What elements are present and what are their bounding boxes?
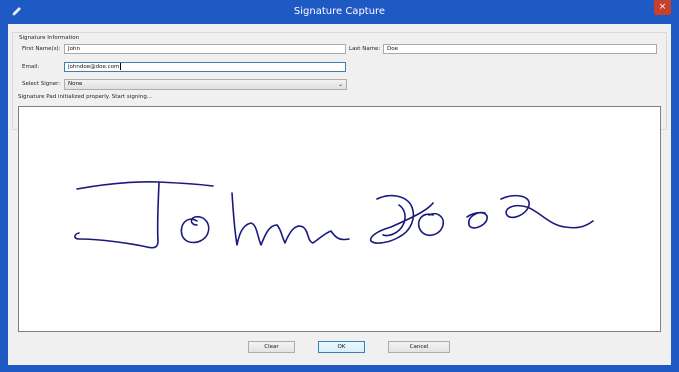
select-signer-dropdown[interactable]: None ⌄ [64,79,347,90]
stroke-e2 [500,194,594,229]
first-name-field[interactable]: John [64,44,346,54]
stroke-o [180,215,210,244]
signature-capture-window: Signature Capture × Signature Informatio… [0,0,679,372]
email-field[interactable]: johndoe@doe.com [64,62,346,72]
stroke-j-top [76,181,214,190]
stroke-o2 [417,212,445,237]
stroke-d [369,194,434,244]
status-message: Signature Pad initialized properly. Star… [18,94,153,100]
ok-button[interactable]: OK [318,341,365,353]
dialog-body: Signature Information First Name(s): Joh… [8,24,671,365]
first-name-value: John [68,46,80,52]
stroke-n [276,224,350,244]
email-value: johndoe@doe.com [68,64,120,70]
email-label: Email: [22,64,40,70]
cancel-button[interactable]: Cancel [388,341,450,353]
window-title: Signature Capture [293,6,386,17]
select-signer-label: Select Signer: [22,81,61,87]
cancel-button-label: Cancel [409,344,429,350]
group-title: Signature Information [18,35,81,41]
first-name-label: First Name(s): [22,46,61,52]
last-name-label: Last Name: [349,46,381,52]
close-icon: × [658,2,667,12]
clear-button[interactable]: Clear [248,341,295,353]
title-bar[interactable]: Signature Capture × [0,0,679,24]
stroke-d-inner [382,204,406,237]
clear-button-label: Clear [264,344,279,350]
stroke-h [231,192,278,246]
select-signer-value: None [68,81,83,87]
chevron-down-icon: ⌄ [337,81,343,88]
last-name-value: Doe [387,46,398,52]
stroke-e [466,211,488,229]
text-caret [120,63,122,70]
close-button[interactable]: × [654,0,671,15]
ok-button-label: OK [337,344,346,350]
signature-ink [74,181,594,249]
signature-pad[interactable] [18,106,661,332]
last-name-field[interactable]: Doe [383,44,657,54]
stroke-j-stem [74,182,160,249]
